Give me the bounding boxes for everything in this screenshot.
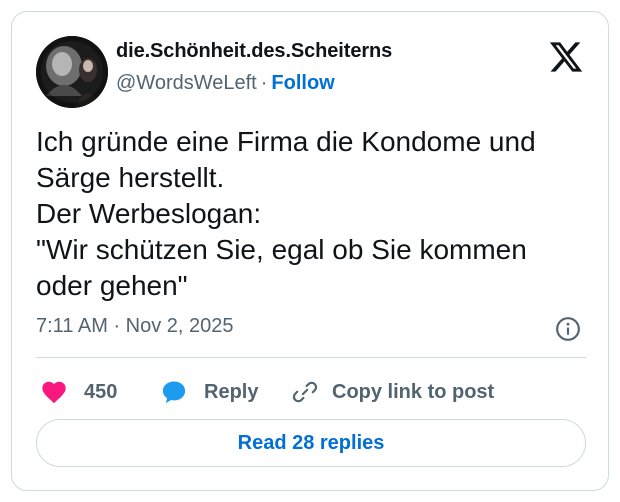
tweet-line: Der Werbeslogan: xyxy=(36,198,262,229)
copy-link-label: Copy link to post xyxy=(332,380,495,403)
speech-bubble-icon xyxy=(160,378,188,406)
handle-separator: · xyxy=(260,72,268,94)
reply-label: Reply xyxy=(204,380,259,403)
like-button[interactable]: 450 xyxy=(40,374,117,410)
link-icon xyxy=(292,379,318,405)
reply-button[interactable]: Reply xyxy=(160,374,258,410)
tweet-text: Ich gründe eine Firma die Kondome und Sä… xyxy=(36,124,596,304)
divider xyxy=(36,357,586,358)
read-replies-button[interactable]: Read 28 replies xyxy=(36,419,586,467)
tweet-line: Ich gründe eine Firma die Kondome und xyxy=(36,126,536,157)
tweet-card: die.Schönheit.des.Scheiterns @WordsWeLef… xyxy=(11,11,609,491)
author-handle[interactable]: @WordsWeLeft xyxy=(116,72,257,94)
avatar-image xyxy=(36,36,108,108)
tweet-line: Särge herstellt. xyxy=(36,162,225,193)
like-count: 450 xyxy=(84,380,118,403)
tweet-timestamp[interactable]: 7:11 AM · Nov 2, 2025 xyxy=(36,315,234,338)
heart-icon xyxy=(40,378,68,406)
info-icon[interactable] xyxy=(555,316,581,342)
follow-button[interactable]: Follow xyxy=(271,72,334,94)
author-handle-row: @WordsWeLeft · Follow xyxy=(116,72,335,95)
tweet-line: "Wir schützen Sie, egal ob Sie kommen xyxy=(36,234,527,265)
tweet-line: oder gehen" xyxy=(36,270,188,301)
author-display-name[interactable]: die.Schönheit.des.Scheiterns xyxy=(116,40,392,63)
avatar[interactable] xyxy=(36,36,108,108)
copy-link-button[interactable]: Copy link to post xyxy=(292,374,494,410)
x-logo-icon[interactable] xyxy=(548,39,584,75)
